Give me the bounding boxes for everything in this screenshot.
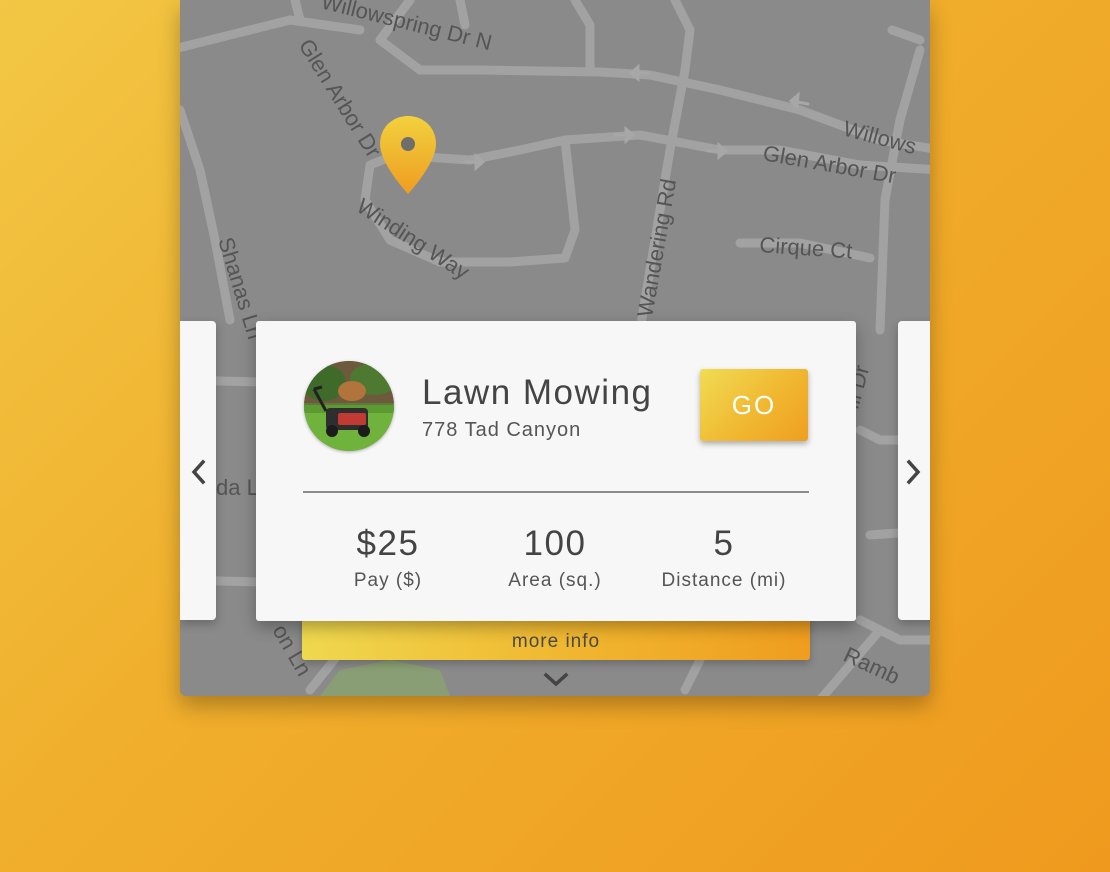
street-label-glen-arbor-west: Glen Arbor Dr <box>294 34 386 161</box>
map-pin-icon[interactable] <box>379 114 437 198</box>
stat-pay-label: Pay ($) <box>353 570 423 591</box>
chevron-down-icon[interactable] <box>542 670 570 690</box>
more-info-label: more info <box>511 631 601 652</box>
street-label-cirque: Cirque Ct <box>759 232 853 263</box>
job-photo <box>304 361 394 451</box>
street-label-winding-way: Winding Way <box>352 193 474 284</box>
stat-pay: $25 Pay ($) <box>303 524 473 592</box>
street-label-da-l: da L <box>216 475 259 500</box>
divider <box>303 491 809 493</box>
job-card[interactable]: Lawn Mowing 778 Tad Canyon GO $25 Pay ($… <box>256 321 856 621</box>
chevron-left-icon[interactable] <box>185 456 211 488</box>
street-label-wandering: Wandering Rd <box>632 177 681 319</box>
chevron-right-icon[interactable] <box>901 456 927 488</box>
stat-distance-label: Distance (mi) <box>661 570 787 591</box>
stat-area-label: Area (sq.) <box>508 570 602 591</box>
stat-area-value: 100 <box>523 524 587 563</box>
stat-distance-value: 5 <box>713 524 735 563</box>
stat-area: 100 Area (sq.) <box>470 524 640 592</box>
stat-distance: 5 Distance (mi) <box>639 524 809 592</box>
stat-pay-value: $25 <box>356 524 420 563</box>
job-address: 778 Tad Canyon <box>422 419 582 441</box>
go-button[interactable]: GO <box>700 369 808 441</box>
street-label-ramb: Ramb <box>840 642 904 689</box>
street-label-willows: Willows <box>841 116 919 159</box>
job-title: Lawn Mowing <box>422 373 653 412</box>
